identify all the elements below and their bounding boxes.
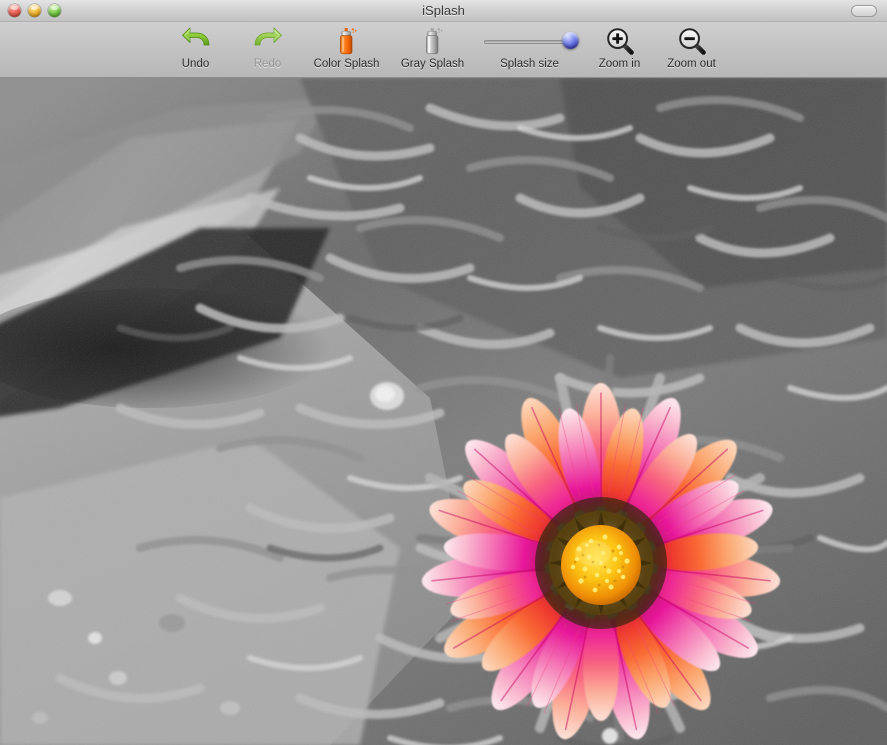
slider-knob[interactable]	[561, 32, 579, 49]
toolbar-item-undo[interactable]: Undo	[160, 22, 232, 76]
toolbar-item-label: Redo	[253, 58, 282, 70]
toolbar-item-label: Color Splash	[313, 58, 380, 70]
redo-arrow-icon	[252, 25, 284, 57]
splash-size-slider[interactable]	[483, 25, 579, 57]
toolbar-item-label: Undo	[181, 58, 210, 70]
isplash-window: iSplash Undo Redo Color Splash Gray Spla…	[0, 0, 887, 745]
toolbar-item-zoom-out[interactable]: Zoom out	[656, 22, 728, 76]
toolbar: Undo Redo Color Splash Gray Splash Splas…	[0, 22, 887, 78]
toolbar-item-redo[interactable]: Redo	[232, 22, 304, 76]
toolbar-items: Undo Redo Color Splash Gray Splash Splas…	[0, 22, 887, 77]
orange-spray-can-icon	[331, 25, 363, 57]
title-bar: iSplash	[0, 0, 887, 22]
image-canvas[interactable]	[0, 78, 887, 745]
toolbar-item-label: Gray Splash	[400, 58, 465, 70]
toolbar-item-label: Zoom in	[598, 58, 641, 70]
slider-track[interactable]	[483, 40, 572, 44]
magnifier-minus-icon	[676, 25, 708, 57]
gray-spray-can-icon	[417, 25, 449, 57]
selective-color-photo	[0, 78, 887, 745]
window-title: iSplash	[422, 3, 465, 18]
undo-arrow-icon	[180, 25, 212, 57]
magnifier-plus-icon	[604, 25, 636, 57]
toolbar-toggle-button[interactable]	[851, 5, 877, 17]
toolbar-item-zoom-in[interactable]: Zoom in	[584, 22, 656, 76]
toolbar-item-gray-splash[interactable]: Gray Splash	[390, 22, 476, 76]
toolbar-item-color-splash[interactable]: Color Splash	[304, 22, 390, 76]
toolbar-item-label: Zoom out	[667, 58, 716, 70]
toolbar-item-splash-size[interactable]: Splash size	[476, 22, 584, 76]
toolbar-item-label: Splash size	[500, 58, 559, 70]
